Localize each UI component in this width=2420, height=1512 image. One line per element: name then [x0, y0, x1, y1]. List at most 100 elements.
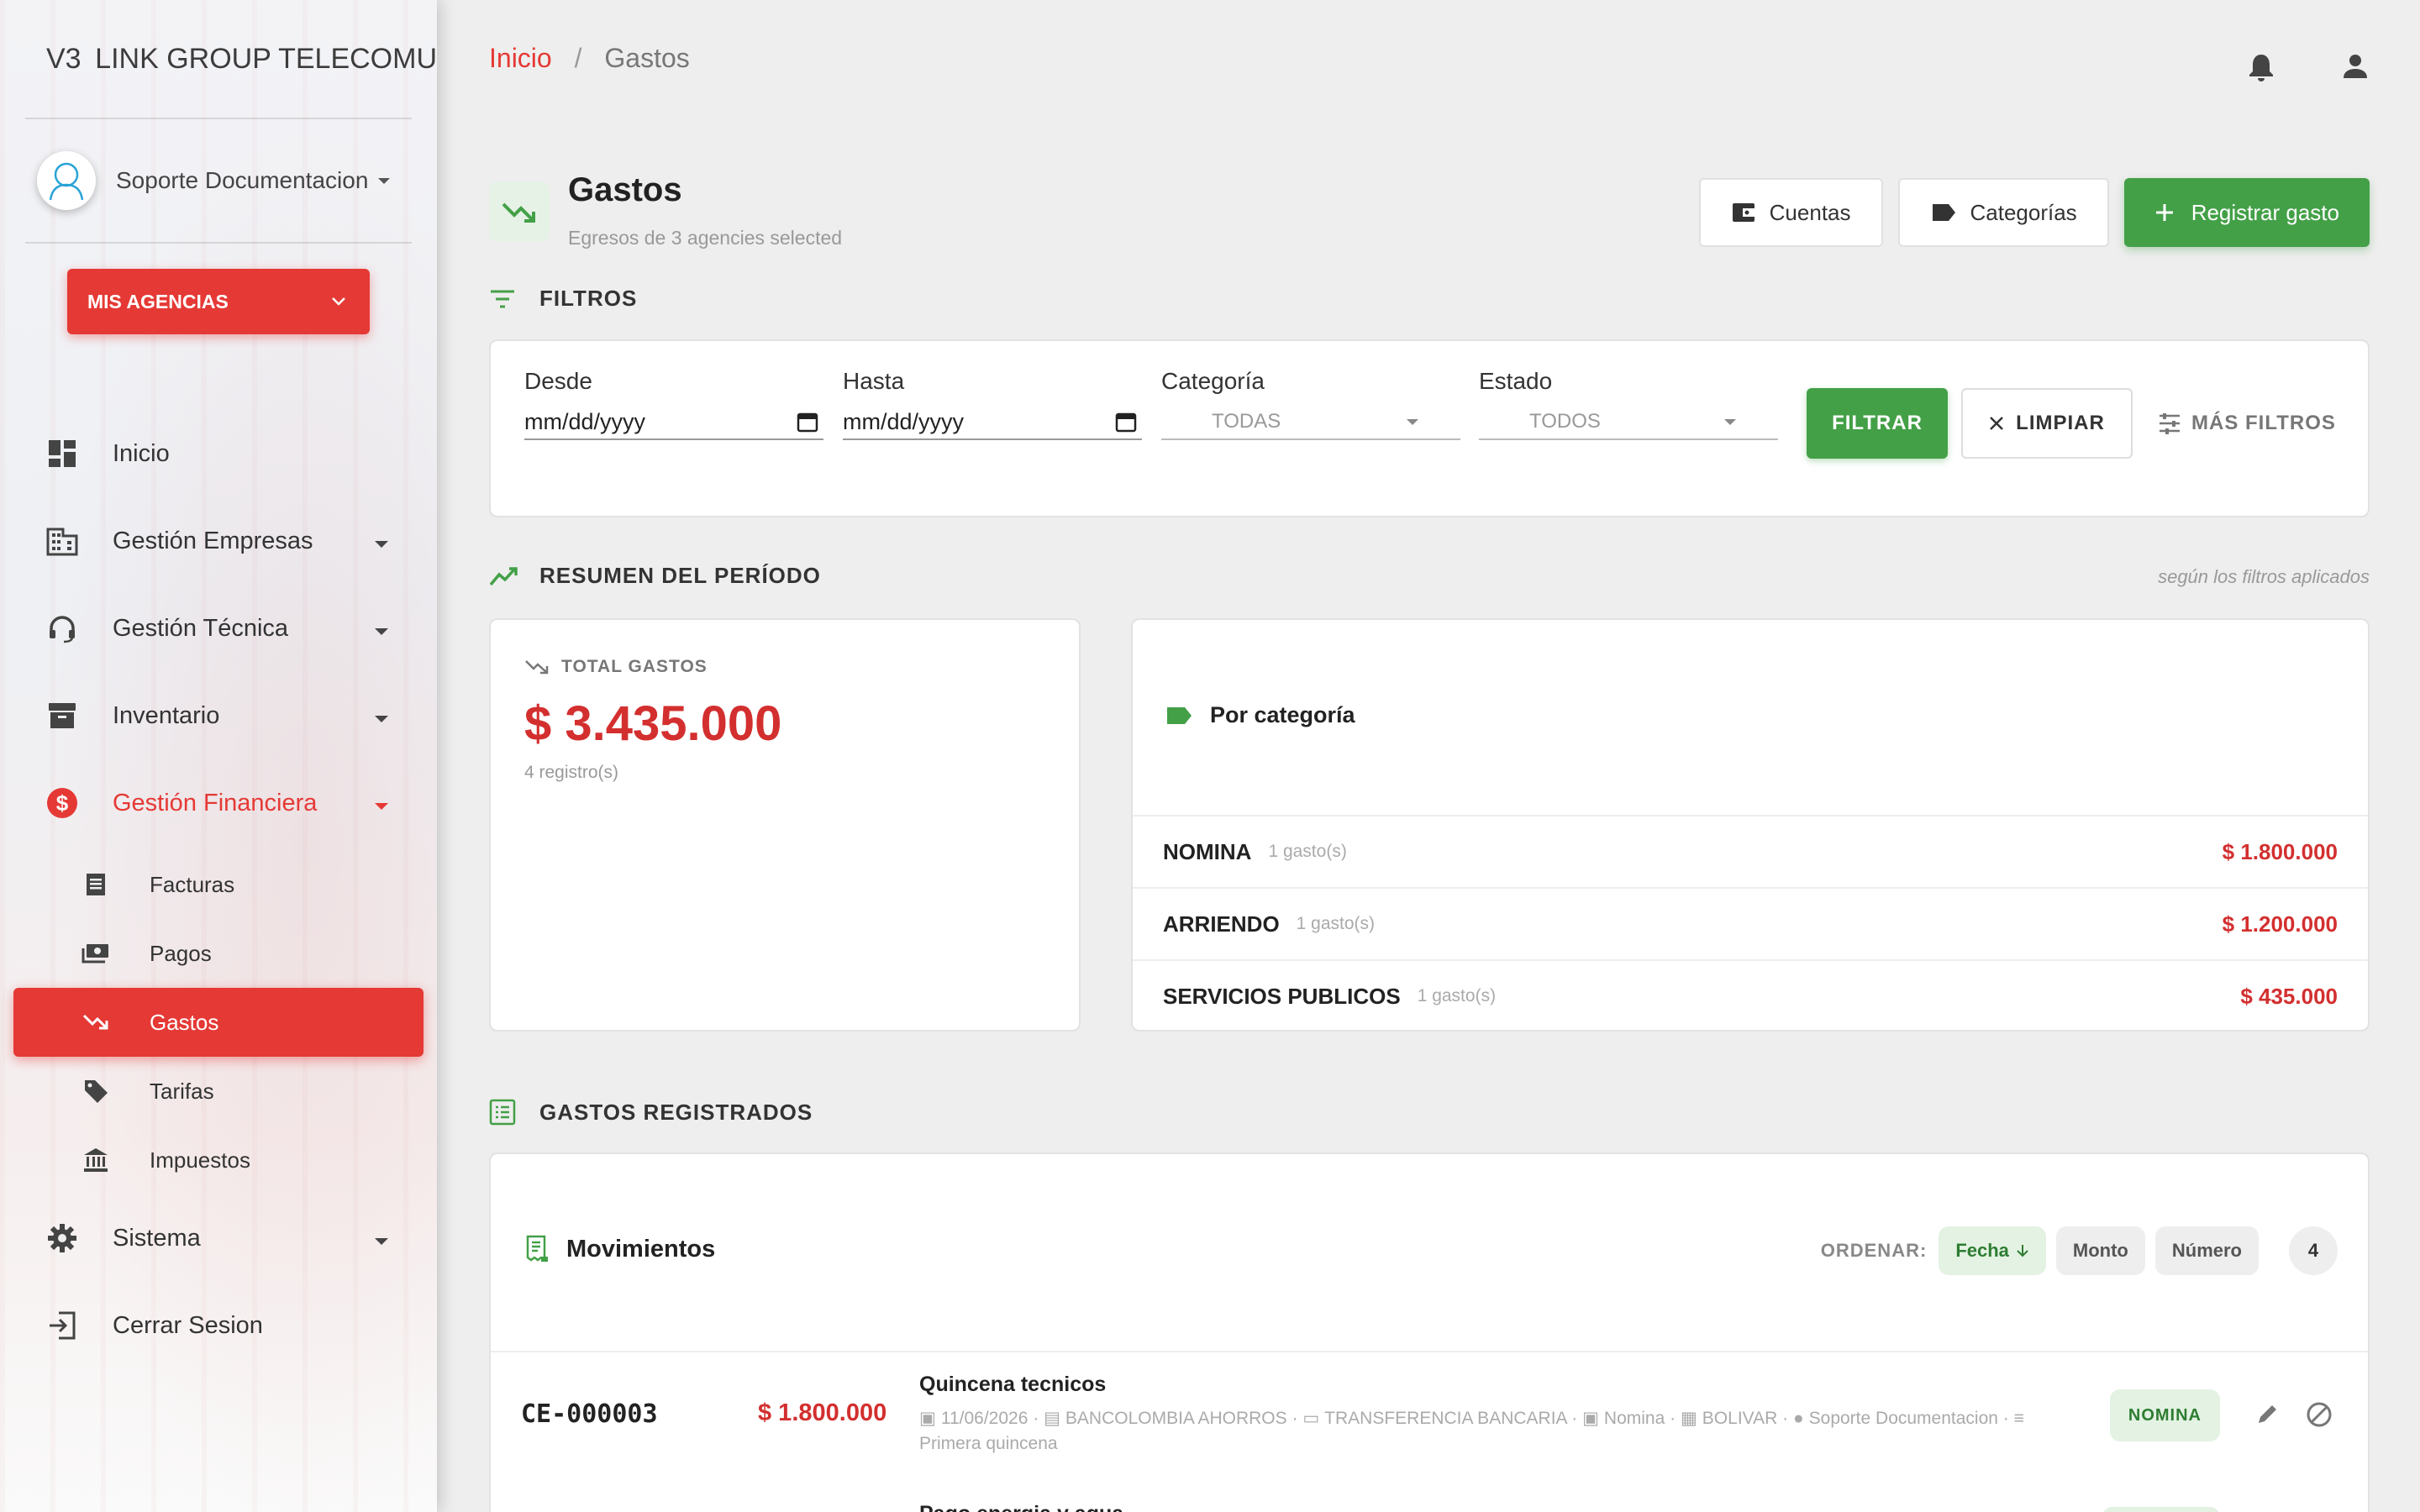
- sidebar-item-inicio[interactable]: Inicio: [0, 410, 437, 497]
- edit-pencil-icon[interactable]: [2255, 1401, 2281, 1426]
- trending-up-icon: [489, 564, 523, 588]
- trending-down-icon: [525, 660, 549, 675]
- date-to-input[interactable]: mm/dd/yyyy: [843, 405, 1142, 440]
- sidebar-item-inventario[interactable]: Inventario: [0, 672, 437, 759]
- sidebar-item-pagos[interactable]: Pagos: [0, 919, 437, 988]
- category-name: NOMINA: [1163, 838, 1252, 864]
- user-menu[interactable]: Soporte Documentacion: [0, 119, 437, 242]
- sort-by-amount-chip[interactable]: Monto: [2055, 1226, 2145, 1275]
- page-header: Gastos Egresos de 3 agencies selected Cu…: [489, 168, 2370, 252]
- notes-icon: ≡: [2013, 1409, 2024, 1428]
- register-expense-button[interactable]: Registrar gasto: [2123, 178, 2370, 247]
- sidebar-item-tarifas[interactable]: Tarifas: [0, 1057, 437, 1126]
- table-row[interactable]: CE-000003 $ 1.800.000 Quincena tecnicos …: [491, 1351, 2368, 1480]
- expense-user: Soporte Documentacion: [1808, 1409, 1998, 1428]
- date-to-value: mm/dd/yyyy: [843, 408, 965, 434]
- sidebar-item-cerrar-sesion[interactable]: Cerrar Sesion: [0, 1282, 437, 1369]
- category-icon: ▣: [1582, 1409, 1599, 1428]
- category-row: NOMINA 1 gasto(s) $ 1.800.000: [1133, 815, 2368, 887]
- close-icon: [1990, 417, 2004, 430]
- expense-amount: $ 1.800.000: [758, 1399, 887, 1426]
- total-label: TOTAL GASTOS: [561, 657, 708, 676]
- summary-title: RESUMEN DEL PERÍODO: [539, 563, 821, 588]
- sidebar-item-facturas[interactable]: Facturas: [0, 850, 437, 919]
- caret-down-icon: [1407, 418, 1418, 425]
- sidebar-item-gestion-empresas[interactable]: Gestión Empresas: [0, 497, 437, 585]
- date-from-value: mm/dd/yyyy: [524, 408, 646, 434]
- caret-down-icon: [375, 1238, 388, 1245]
- status-select[interactable]: TODOS: [1479, 405, 1778, 440]
- sidebar-item-gestion-tecnica[interactable]: Gestión Técnica: [0, 585, 437, 672]
- breadcrumb-home-link[interactable]: Inicio: [489, 43, 552, 73]
- sidebar-item-gestion-financiera[interactable]: $ Gestión Financiera: [0, 759, 437, 847]
- logout-icon: [45, 1309, 79, 1342]
- by-category-header: Por categoría: [1165, 702, 1355, 728]
- chevron-down-icon: [332, 297, 345, 306]
- category-count: 1 gasto(s): [1268, 842, 1347, 861]
- brand-mini: V3: [46, 42, 82, 75]
- date-from-input[interactable]: mm/dd/yyyy: [524, 405, 823, 440]
- caret-down-icon: [1724, 418, 1736, 425]
- category-label: Categoría: [1161, 368, 1265, 394]
- expense-description: Quincena tecnicos: [919, 1373, 1107, 1396]
- page-subtitle: Egresos de 3 agencies selected: [568, 227, 843, 249]
- expense-meta: ▣ 11/06/2026 · ▤ BANCOLOMBIA AHORROS · ▭ TR…: [919, 1409, 2024, 1453]
- sort-by-date-chip[interactable]: Fecha: [1939, 1226, 2046, 1275]
- agency-selector-button[interactable]: MIS AGENCIAS: [67, 269, 370, 334]
- building-icon: [45, 524, 79, 558]
- dashboard-icon: [45, 437, 79, 470]
- category-list: NOMINA 1 gasto(s) $ 1.800.000 ARRIENDO 1…: [1133, 815, 2368, 1032]
- category-amount: $ 435.000: [2240, 983, 2338, 1009]
- arrow-down-icon: [2017, 1245, 2028, 1257]
- sidebar-item-label: Pagos: [150, 940, 212, 966]
- expense-note: Primera quincena: [919, 1434, 1058, 1453]
- brand[interactable]: V3 LINK GROUP TELECOMU: [0, 0, 437, 118]
- sidebar-item-sistema[interactable]: Sistema: [0, 1194, 437, 1282]
- caret-down-icon: [375, 541, 388, 548]
- user-account-icon[interactable]: [2341, 52, 2370, 89]
- records-count-badge: 4: [2289, 1226, 2338, 1275]
- sidebar-item-label: Gastos: [150, 1009, 219, 1035]
- sidebar-item-gastos[interactable]: Gastos: [13, 988, 424, 1057]
- sidebar-divider: [25, 242, 412, 244]
- sidebar: V3 LINK GROUP TELECOMU Soporte Documenta…: [0, 0, 437, 1512]
- calendar-icon[interactable]: [797, 411, 818, 433]
- filters-title: FILTROS: [539, 286, 638, 311]
- more-filters-button[interactable]: MÁS FILTROS: [2158, 388, 2336, 459]
- cancel-block-icon[interactable]: [2306, 1401, 2333, 1428]
- breadcrumb: Inicio / Gastos: [489, 43, 690, 74]
- filter-button[interactable]: FILTRAR: [1807, 388, 1948, 459]
- category-name: SERVICIOS PUBLICOS: [1163, 983, 1401, 1009]
- by-category-title: Por categoría: [1210, 702, 1355, 727]
- caret-down-icon: [375, 628, 388, 635]
- by-category-card: Por categoría NOMINA 1 gasto(s) $ 1.800.…: [1131, 618, 2370, 1032]
- total-expenses-card: TOTAL GASTOS $ 3.435.000 4 registro(s): [489, 618, 1081, 1032]
- sidebar-item-impuestos[interactable]: Impuestos: [0, 1126, 437, 1194]
- accounts-button[interactable]: Cuentas: [1698, 178, 1883, 247]
- calendar-icon[interactable]: [1115, 411, 1137, 433]
- expense-category: Nomina: [1603, 1409, 1665, 1428]
- sidebar-nav: Inicio Gestión Empresas Gestión Técnica …: [0, 410, 437, 1369]
- avatar: [37, 151, 96, 210]
- label-icon: [1932, 204, 1955, 221]
- filter-icon: [489, 289, 523, 309]
- plus-icon: [2155, 204, 2173, 221]
- tag-icon: [81, 1076, 111, 1106]
- clear-button[interactable]: LIMPIAR: [1961, 388, 2133, 459]
- sort-label: ORDENAR:: [1820, 1240, 1928, 1261]
- categories-button[interactable]: Categorías: [1897, 178, 2109, 247]
- category-field: Categoría TODAS: [1161, 368, 1460, 440]
- sort-option-label: Fecha: [1955, 1240, 2009, 1261]
- receipt-icon: [526, 1235, 548, 1263]
- user-avatar-icon: [49, 162, 84, 201]
- wallet-icon: [1732, 203, 1754, 222]
- label-icon: [1167, 706, 1192, 724]
- total-count: 4 registro(s): [524, 763, 619, 782]
- expense-agency: BOLIVAR: [1702, 1409, 1778, 1428]
- date-from-label: Desde: [524, 368, 592, 394]
- date-to-label: Hasta: [843, 368, 905, 394]
- category-amount: $ 1.800.000: [2222, 838, 2338, 864]
- notifications-bell-icon[interactable]: [2247, 52, 2275, 89]
- category-select[interactable]: TODAS: [1161, 405, 1460, 440]
- sort-by-number-chip[interactable]: Número: [2154, 1226, 2259, 1275]
